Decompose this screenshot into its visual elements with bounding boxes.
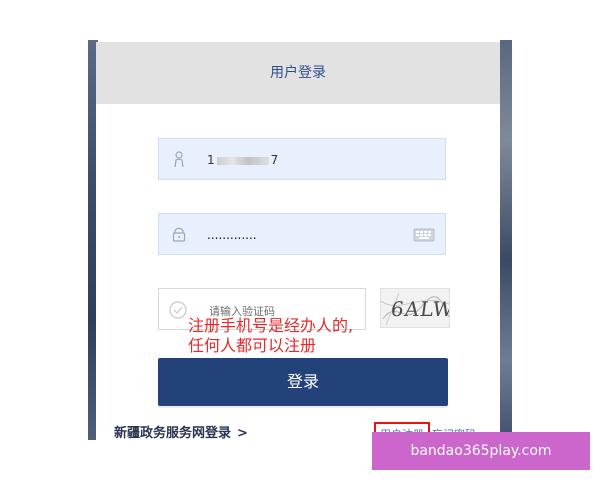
- username-suffix: 7: [270, 153, 279, 167]
- annotation-line-1: 注册手机号是经办人的,: [188, 316, 354, 335]
- chevron-right-icon: >: [237, 426, 248, 441]
- password-value: .............: [207, 228, 257, 242]
- login-title: 用户登录: [270, 65, 326, 81]
- annotation-line-2: 任何人都可以注册: [188, 336, 317, 355]
- person-icon: [174, 151, 184, 168]
- background-right-strip: [500, 40, 512, 440]
- red-annotation: 注册手机号是经办人的, 任何人都可以注册: [188, 316, 388, 356]
- watermark: bandao365play.com: [372, 432, 590, 470]
- login-header: 用户登录: [96, 42, 500, 104]
- captcha-image[interactable]: 6ALW: [380, 288, 450, 328]
- masked-digits: [216, 156, 269, 165]
- username-prefix: 1: [207, 153, 215, 167]
- xinjiang-gov-login-label: 新疆政务服务网登录: [114, 426, 232, 441]
- username-field[interactable]: 17: [158, 138, 446, 180]
- check-circle-icon: [169, 301, 187, 319]
- login-card: 用户登录 17 ............. 请输入验证码 6ALW 注册手机号是…: [96, 42, 500, 444]
- captcha-text: 6ALW: [389, 297, 450, 321]
- xinjiang-gov-login-link[interactable]: 新疆政务服务网登录 >: [114, 422, 248, 441]
- lock-icon: [172, 227, 186, 242]
- password-field[interactable]: .............: [158, 213, 446, 255]
- keyboard-icon[interactable]: [413, 224, 435, 246]
- username-value: 17: [207, 139, 278, 181]
- login-button[interactable]: 登录: [158, 358, 448, 406]
